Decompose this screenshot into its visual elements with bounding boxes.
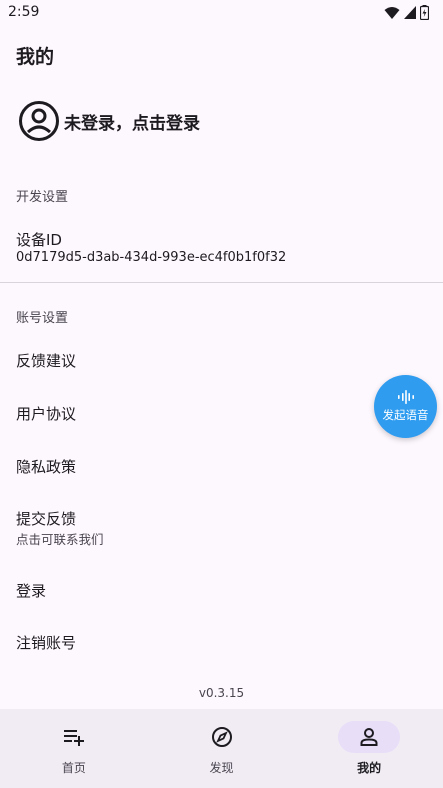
- menu-item-user-agreement[interactable]: 用户协议: [16, 403, 76, 424]
- signal-icon: [404, 6, 416, 19]
- person-icon: [360, 728, 378, 746]
- nav-item-home[interactable]: 首页: [0, 709, 148, 788]
- device-id-label: 设备ID: [16, 231, 62, 249]
- section-header-dev: 开发设置: [16, 190, 69, 205]
- nav-item-mine[interactable]: 我的: [295, 709, 443, 788]
- nav-pill-discover: [191, 721, 253, 753]
- status-time: 2:59: [8, 4, 40, 20]
- menu-item-feedback-suggestion[interactable]: 反馈建议: [16, 350, 76, 371]
- login-prompt[interactable]: 未登录，点击登录: [18, 98, 200, 144]
- nav-pill-mine: [338, 721, 401, 753]
- status-icons: [384, 5, 429, 20]
- voice-wave-icon: [397, 390, 414, 404]
- divider: [0, 282, 443, 283]
- device-id-value: 0d7179d5-d3ab-434d-993e-ec4f0b1f0f32: [16, 250, 287, 265]
- menu-item-login[interactable]: 登录: [16, 580, 46, 601]
- nav-item-discover[interactable]: 发现: [148, 709, 296, 788]
- start-voice-label: 发起语音: [382, 408, 429, 422]
- nav-label-discover: 发现: [209, 761, 234, 775]
- menu-item-submit-feedback[interactable]: 提交反馈: [16, 508, 76, 529]
- account-circle-icon: [19, 101, 59, 141]
- menu-item-delete-account[interactable]: 注销账号: [16, 632, 76, 653]
- battery-icon: [420, 5, 429, 20]
- nav-label-home: 首页: [61, 761, 86, 775]
- section-header-account: 账号设置: [16, 311, 69, 326]
- menu-item-submit-feedback-sub: 点击可联系我们: [16, 532, 104, 547]
- wifi-icon: [384, 6, 400, 19]
- start-voice-button[interactable]: 发起语音: [374, 375, 437, 438]
- menu-item-privacy-policy[interactable]: 隐私政策: [16, 456, 76, 477]
- page-title: 我的: [16, 46, 55, 68]
- status-bar: 2:59: [0, 0, 443, 26]
- nav-pill-home: [43, 721, 105, 753]
- login-text: 未登录，点击登录: [64, 113, 200, 134]
- nav-label-mine: 我的: [357, 761, 382, 775]
- app-version: v0.3.15: [198, 686, 245, 700]
- playlist-add-icon: [63, 730, 84, 746]
- compass-icon: [211, 727, 232, 747]
- bottom-nav: 首页 发现 我的: [0, 709, 443, 788]
